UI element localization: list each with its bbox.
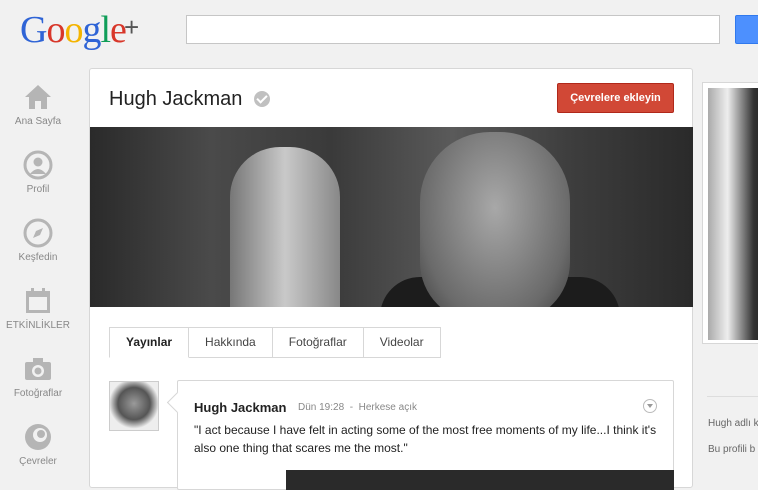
nav-item-explore[interactable]: Keşfedin (0, 218, 76, 263)
nav-item-photos[interactable]: Fotoğraflar (0, 354, 76, 399)
home-icon (25, 85, 51, 109)
post-text: "I act because I have felt in acting som… (194, 423, 657, 455)
nav-label: Fotoğraflar (13, 388, 63, 399)
divider (707, 396, 758, 397)
nav-label: ETKİNLİKLER (6, 320, 70, 331)
tab-posts[interactable]: Yayınlar (109, 327, 190, 358)
logo-letter: o (46, 9, 65, 51)
camera-icon (25, 358, 51, 380)
cover-face-shape (420, 132, 570, 307)
profile-card: Hugh Jackman Çevrelere ekleyin Yayınlar … (89, 68, 693, 490)
profile-photo[interactable] (708, 88, 758, 340)
verified-icon (254, 91, 270, 107)
tab-about[interactable]: Hakkında (189, 327, 273, 358)
nav-item-circles[interactable]: Çevreler (0, 422, 76, 467)
logo-letter: g (82, 9, 101, 51)
logo-letter: o (64, 9, 83, 51)
logo-letter: G (20, 9, 47, 51)
tab-videos[interactable]: Videolar (363, 327, 441, 358)
add-to-circles-button[interactable]: Çevrelere ekleyin (557, 83, 674, 113)
logo-plus: + (124, 12, 140, 42)
nav-label: Ana Sayfa (14, 116, 62, 127)
profile-tabs: Yayınlar Hakkında Fotoğraflar Videolar (109, 327, 441, 358)
post-meta-separator: - (349, 402, 354, 413)
cover-arm-shape (230, 147, 340, 307)
post-image[interactable] (286, 470, 674, 490)
tab-photos[interactable]: Fotoğraflar (272, 327, 364, 358)
logo-letter: l (100, 9, 111, 51)
sidebar-text: Hugh adlı k (708, 418, 758, 429)
post-visibility[interactable]: Herkese açık (359, 402, 417, 413)
circles-icon (25, 424, 51, 450)
profile-icon (23, 150, 53, 180)
chevron-down-icon[interactable] (643, 399, 657, 413)
search-input[interactable] (186, 15, 720, 44)
post-time[interactable]: Dün 19:28 (298, 402, 344, 413)
calendar-icon (26, 288, 50, 313)
cover-photo (90, 127, 693, 307)
profile-photo-card (702, 82, 758, 344)
compass-icon (23, 218, 53, 248)
post-meta: Dün 19:28 - Herkese açık (298, 402, 417, 413)
google-logo[interactable]: Google (20, 8, 127, 52)
nav-label: Çevreler (19, 456, 57, 467)
nav-label: Profil (26, 184, 50, 195)
nav-label: Keşfedin (18, 252, 58, 263)
avatar[interactable] (109, 381, 159, 431)
nav-item-profile[interactable]: Profil (0, 150, 76, 195)
profile-name: Hugh Jackman (109, 88, 243, 110)
top-bar: Google + (0, 0, 758, 60)
post-author[interactable]: Hugh Jackman (194, 400, 286, 415)
nav-item-events[interactable]: ETKİNLİKLER (0, 286, 76, 331)
search-button[interactable] (735, 15, 758, 44)
post: Hugh Jackman Dün 19:28 - Herkese açık "I… (177, 380, 674, 490)
nav-item-home[interactable]: Ana Sayfa (0, 82, 76, 127)
sidebar-text: Bu profili b (708, 444, 756, 455)
